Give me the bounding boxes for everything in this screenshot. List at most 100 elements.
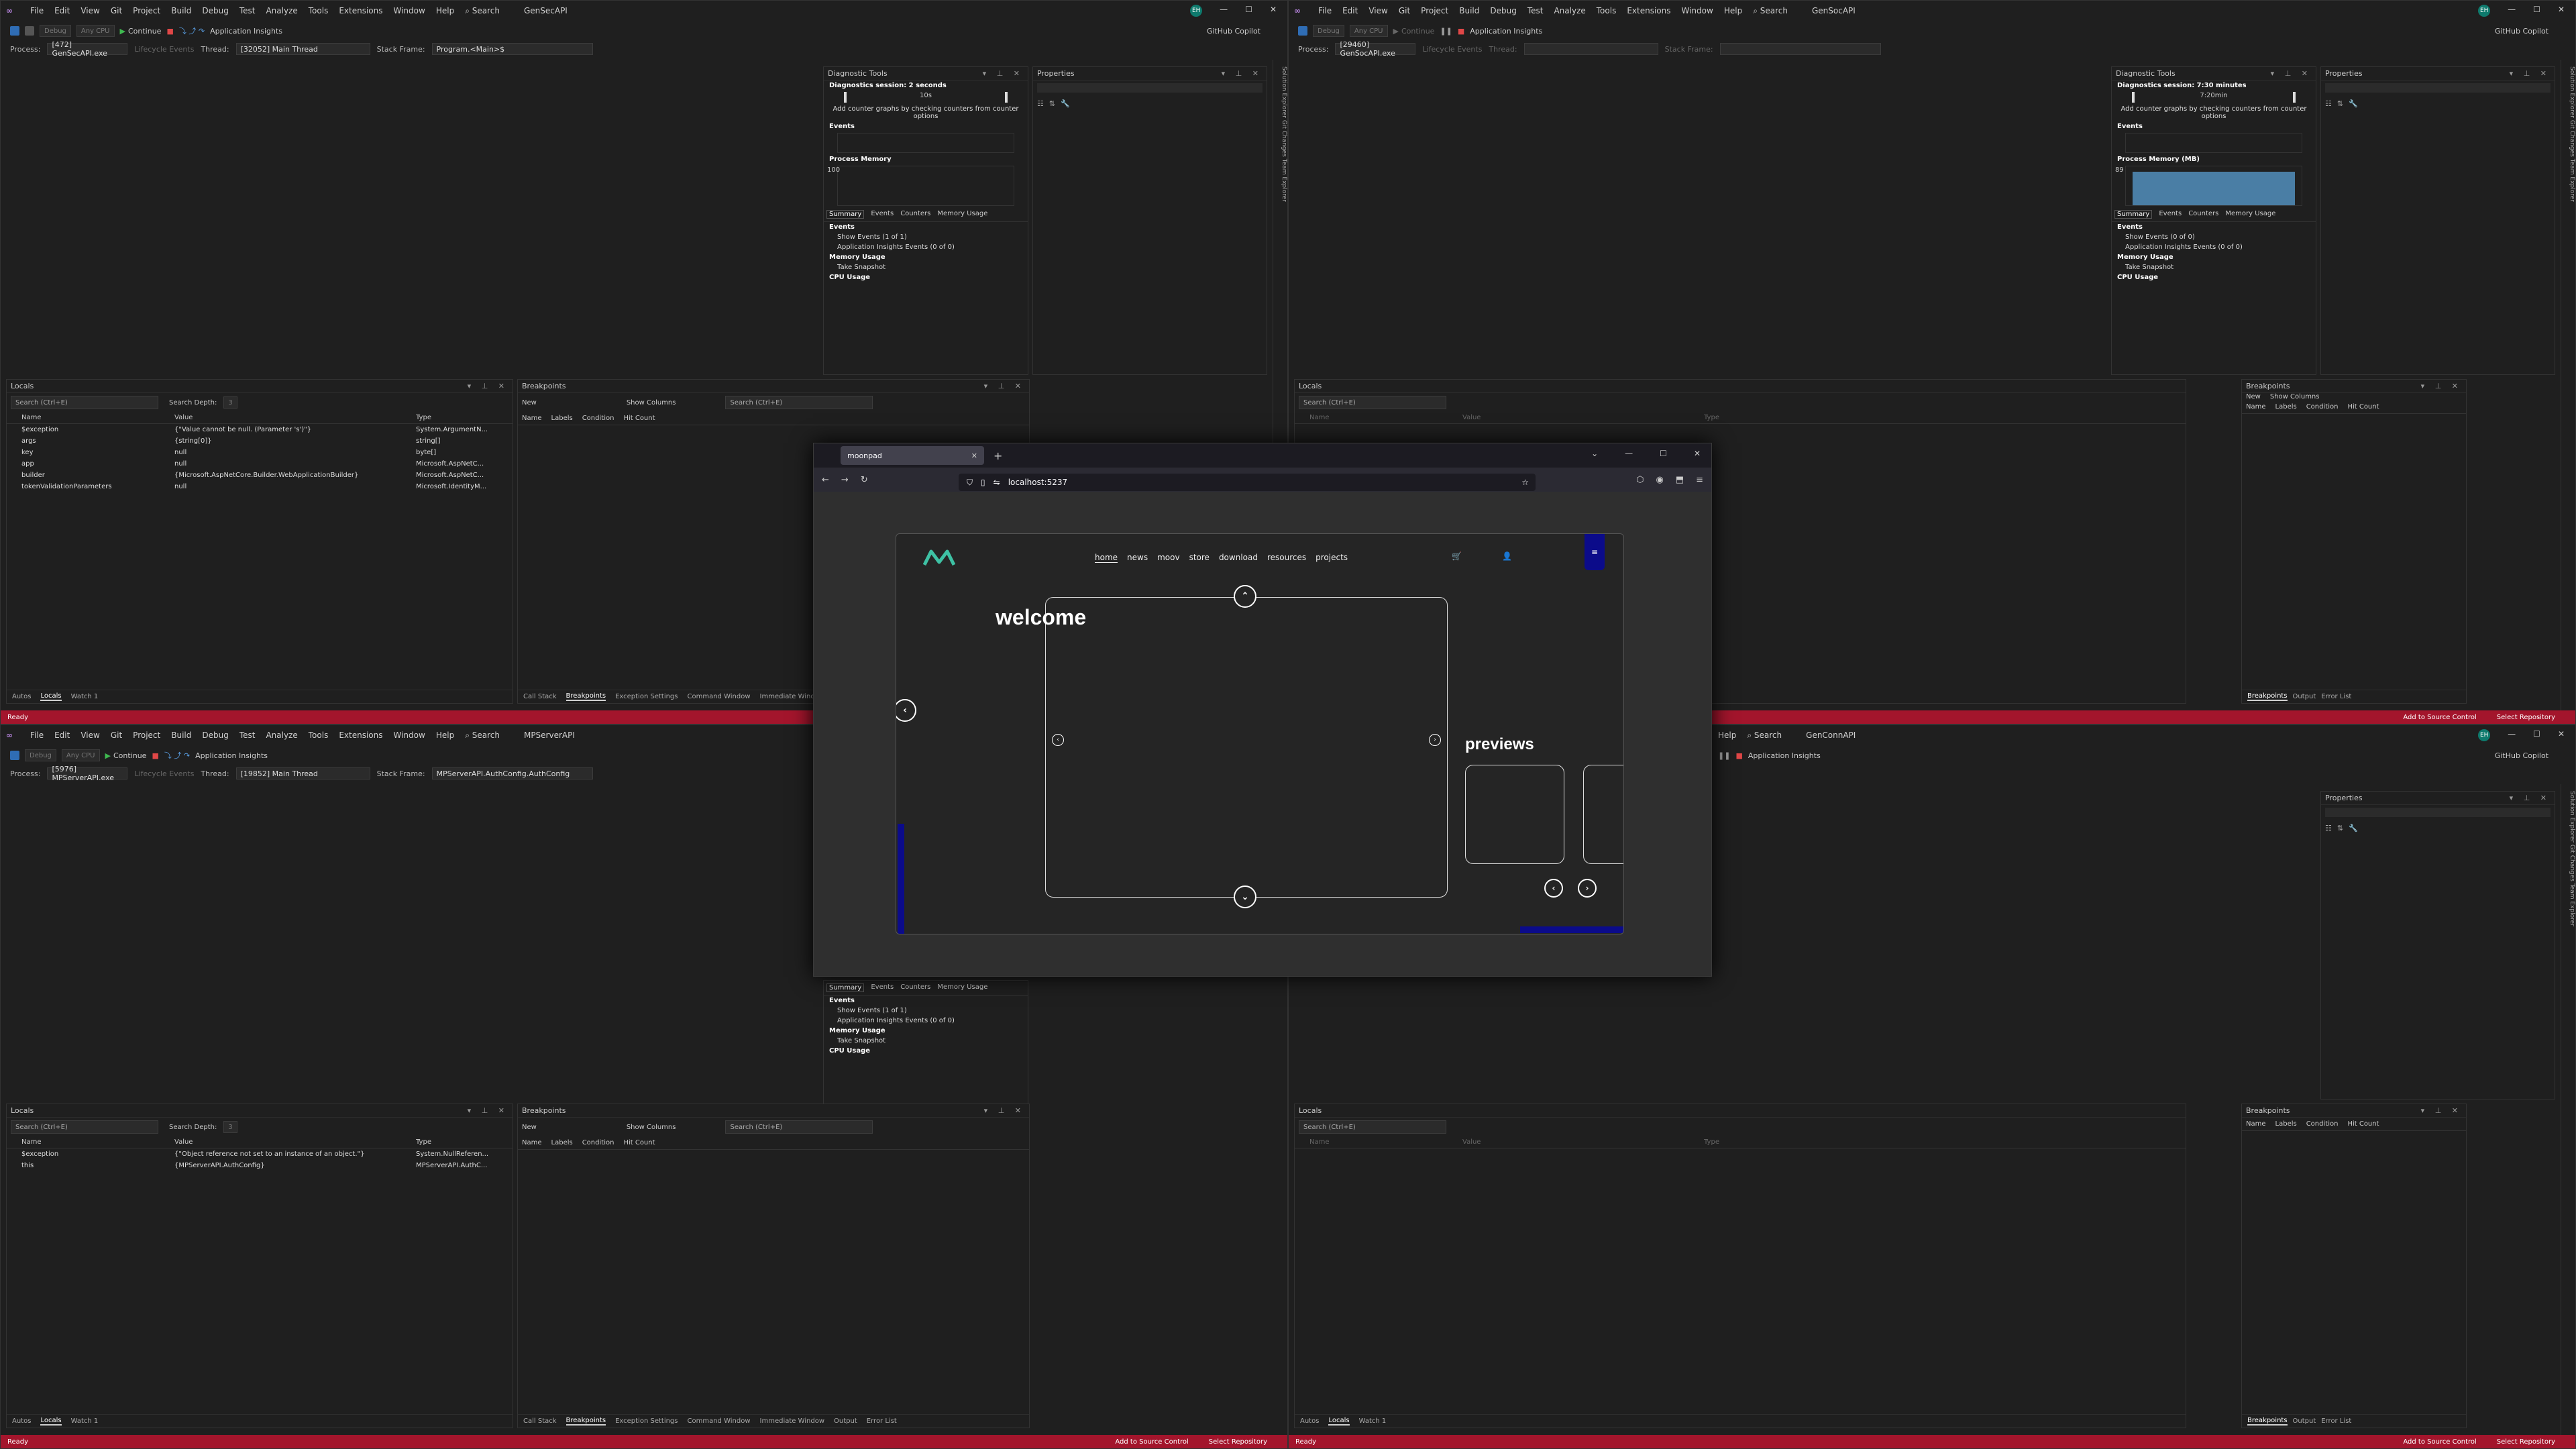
col-name[interactable]: Name (522, 415, 542, 422)
panel-buttons[interactable]: ▾ ⊥ ✕ (2510, 794, 2551, 802)
tab-close-icon[interactable]: ✕ (971, 451, 977, 460)
minimize-icon[interactable]: — (2508, 729, 2516, 741)
tab-output[interactable]: Output (2293, 693, 2316, 700)
new-breakpoint-button[interactable]: New (522, 399, 537, 407)
col-type[interactable]: Type (416, 414, 496, 421)
select-repository[interactable]: Select Repository (1209, 1438, 1267, 1446)
extensions-icon[interactable]: ⬒ (1676, 475, 1684, 485)
menu-project[interactable]: Project (133, 731, 160, 740)
menu-edit[interactable]: Edit (54, 731, 70, 740)
col-labels[interactable]: Labels (551, 1139, 573, 1146)
panel-buttons[interactable]: ▾ ⊥ ✕ (983, 69, 1024, 78)
nav-resources[interactable]: resources (1267, 553, 1306, 563)
menu-debug[interactable]: Debug (202, 6, 228, 15)
lifecycle-events[interactable]: Lifecycle Events (1422, 45, 1482, 54)
config-dropdown[interactable]: Debug (25, 749, 56, 761)
add-to-source-control[interactable]: Add to Source Control (2403, 714, 2476, 721)
app-insights-events-link[interactable]: Application Insights Events (0 of 0) (2112, 242, 2316, 252)
continue-button[interactable]: ▶ Continue (105, 751, 147, 760)
app-insights-button[interactable]: Application Insights (195, 751, 268, 760)
menu-git[interactable]: Git (1399, 6, 1410, 15)
alphabetical-icon[interactable]: ⇅ (1049, 99, 1055, 108)
menu-edit[interactable]: Edit (1342, 6, 1358, 15)
col-name[interactable]: Name (522, 1139, 542, 1146)
locals-search-input[interactable]: Search (Ctrl+E) (11, 1120, 158, 1134)
panel-buttons[interactable]: ▾ ⊥ ✕ (984, 1106, 1025, 1115)
col-name[interactable]: Name (2246, 1120, 2266, 1128)
tab-memory-usage[interactable]: Memory Usage (937, 210, 987, 219)
preview-card[interactable] (1465, 765, 1564, 864)
menu-git[interactable]: Git (111, 6, 122, 15)
menu-extensions[interactable]: Extensions (339, 6, 382, 15)
side-tool-strip[interactable]: Solution Explorer Git Changes Team Explo… (2561, 60, 2575, 710)
menu-view[interactable]: View (1368, 6, 1387, 15)
show-events-link[interactable]: Show Events (1 of 1) (824, 1006, 1028, 1016)
cart-icon[interactable]: 🛒 (1452, 551, 1462, 561)
panel-buttons[interactable]: ▾ ⊥ ✕ (984, 382, 1025, 390)
col-value[interactable]: Value (174, 1138, 416, 1146)
previews-prev-button[interactable]: ‹ (1544, 879, 1563, 898)
menu-test[interactable]: Test (239, 731, 256, 740)
tab-autos[interactable]: Autos (12, 693, 31, 700)
wrench-icon[interactable]: 🔧 (1061, 99, 1070, 108)
config-dropdown[interactable]: Debug (1313, 25, 1344, 37)
browser-tab[interactable]: moonpad ✕ (841, 446, 984, 465)
col-labels[interactable]: Labels (551, 415, 573, 422)
timeline-ruler[interactable]: 10s (844, 92, 1008, 103)
menu-tools[interactable]: Tools (309, 731, 329, 740)
col-condition[interactable]: Condition (2306, 1120, 2339, 1128)
panel-buttons[interactable]: ▾ ⊥ ✕ (468, 382, 508, 390)
col-name[interactable]: Name (1295, 414, 1462, 421)
search-depth-dropdown[interactable]: 3 (223, 396, 237, 409)
select-repository[interactable]: Select Repository (2497, 714, 2555, 721)
col-value[interactable]: Value (1462, 1138, 1704, 1146)
menu-help[interactable]: Help (1718, 731, 1736, 740)
platform-dropdown[interactable]: Any CPU (1349, 25, 1388, 37)
nav-home[interactable]: home (1095, 553, 1118, 563)
continue-button[interactable]: ▶ Continue (120, 27, 162, 36)
forward-icon[interactable]: → (841, 475, 849, 485)
alphabetical-icon[interactable]: ⇅ (2337, 824, 2343, 833)
preview-card[interactable] (1583, 765, 1623, 864)
search-button[interactable]: ⌕ Search (465, 6, 500, 16)
chevron-up-icon[interactable]: ⌃ (1234, 585, 1256, 608)
menu-build[interactable]: Build (171, 6, 191, 15)
col-name[interactable]: Name (7, 414, 174, 421)
wrench-icon[interactable]: 🔧 (2349, 99, 2358, 108)
pause-icon[interactable]: ❚❚ (1440, 27, 1452, 36)
bookmark-star-icon[interactable]: ☆ (1521, 478, 1529, 487)
process-memory-section[interactable]: Process Memory (824, 154, 1028, 164)
search-button[interactable]: ⌕ Search (1747, 731, 1782, 741)
lifecycle-events[interactable]: Lifecycle Events (134, 769, 194, 778)
tab-exception-settings[interactable]: Exception Settings (615, 693, 678, 700)
tab-counters[interactable]: Counters (2188, 210, 2218, 219)
tab-memory-usage[interactable]: Memory Usage (937, 983, 987, 992)
tab-events[interactable]: Events (871, 210, 894, 219)
pause-icon[interactable]: ❚❚ (1718, 751, 1730, 760)
user-icon[interactable]: 👤 (1502, 551, 1512, 561)
tab-watch1[interactable]: Watch 1 (71, 693, 99, 700)
process-dropdown[interactable]: [29460] GenSocAPI.exe (1335, 40, 1416, 58)
locals-search-input[interactable]: Search (Ctrl+E) (11, 396, 158, 409)
menu-view[interactable]: View (80, 731, 99, 740)
tab-watch1[interactable]: Watch 1 (71, 1417, 99, 1425)
menu-window[interactable]: Window (394, 731, 425, 740)
tab-autos[interactable]: Autos (1300, 1417, 1319, 1425)
stack-frame-dropdown[interactable]: MPServerAPI.AuthConfig.AuthConfig (431, 767, 593, 780)
account-avatar[interactable]: EH (1190, 5, 1203, 17)
col-value[interactable]: Value (174, 414, 416, 421)
timeline-ruler[interactable]: 7:20min (2132, 92, 2296, 103)
tab-summary[interactable]: Summary (826, 210, 865, 219)
table-row[interactable]: tokenValidationParameters null Microsoft.I… (7, 481, 513, 492)
search-button[interactable]: ⌕ Search (1753, 6, 1788, 16)
navigate-back-icon[interactable] (1298, 26, 1307, 36)
menu-window[interactable]: Window (1682, 6, 1713, 15)
alphabetical-icon[interactable]: ⇅ (2337, 99, 2343, 108)
col-condition[interactable]: Condition (2306, 403, 2339, 411)
take-snapshot-button[interactable]: Take Snapshot (824, 1036, 1028, 1046)
categorized-icon[interactable]: ☷ (1037, 99, 1044, 108)
tab-list-icon[interactable]: ⌄ (1591, 449, 1598, 458)
hero-next-icon[interactable]: › (1429, 734, 1441, 746)
hero-prev-icon[interactable]: ‹ (1052, 734, 1064, 746)
breakpoints-search-input[interactable]: Search (Ctrl+E) (725, 396, 873, 409)
